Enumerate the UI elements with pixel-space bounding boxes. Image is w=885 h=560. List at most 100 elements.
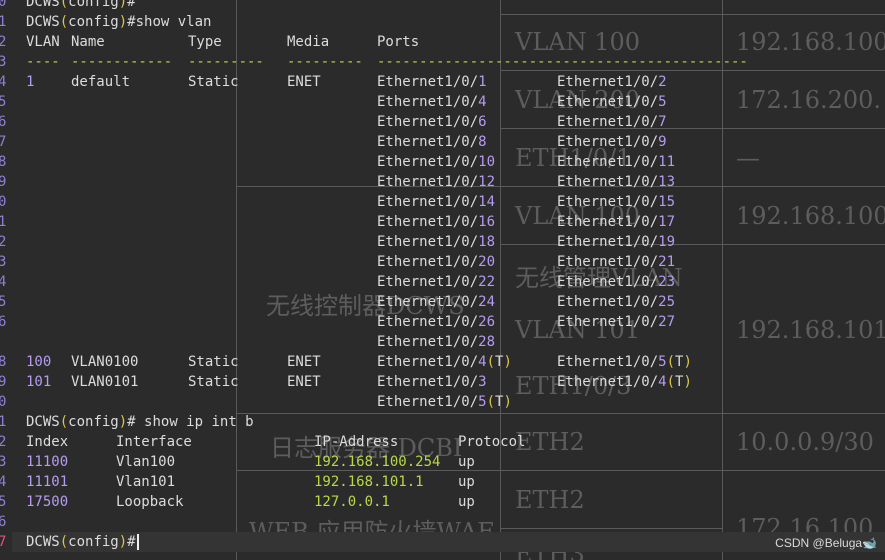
port-entry: Ethernet1/0/26 <box>377 314 496 330</box>
line-number: 7 <box>0 534 7 550</box>
port-entry: Ethernet1/0/10 <box>377 154 496 170</box>
line-number: 3 <box>0 254 7 270</box>
bg-cell: 192.168.100 <box>736 202 885 230</box>
port-entry: Ethernet1/0/27 <box>557 314 676 330</box>
header-type: Type <box>188 34 222 50</box>
port-entry: Ethernet1/0/1 <box>377 74 487 90</box>
port-entry: Ethernet1/0/5(T) <box>557 354 692 370</box>
watermark: CSDN @Beluga🐋 <box>775 536 877 550</box>
line-number: 6 <box>0 314 7 330</box>
port-entry: Ethernet1/0/23 <box>557 274 676 290</box>
prompt-line: DCWS(config)# <box>26 0 136 10</box>
line-number: 2 <box>0 34 7 50</box>
vlan-media: ENET <box>287 354 321 370</box>
vlan-type: Static <box>188 74 239 90</box>
port-entry: Ethernet1/0/12 <box>377 174 496 190</box>
line-number-gutter: 0 1 2 3 4 5 6 7 8 9 0 1 2 3 4 5 6 8 9 0 1 2 3 4 5 6 7 <box>0 0 12 560</box>
if-protocol: up <box>458 454 475 470</box>
port-entry: Ethernet1/0/8 <box>377 134 487 150</box>
port-entry: Ethernet1/0/2 <box>557 74 667 90</box>
port-entry: Ethernet1/0/24 <box>377 294 496 310</box>
if-ip: 192.168.100.254 <box>314 454 441 470</box>
line-number: 4 <box>0 274 7 290</box>
vlan-name: VLAN0101 <box>71 374 139 390</box>
separator: ------------ <box>71 54 173 70</box>
bg-cell: 192.168.101 <box>736 316 885 344</box>
line-number: 5 <box>0 294 7 310</box>
vlan-type: Static <box>188 374 239 390</box>
line-number: 1 <box>0 14 7 30</box>
ip-header-ip: IP-Address <box>314 434 399 450</box>
bg-cell: 172.16.200. <box>736 86 882 114</box>
line-number: 3 <box>0 454 7 470</box>
line-number: 3 <box>0 54 7 70</box>
line-number: 2 <box>0 234 7 250</box>
bg-cell: — <box>736 144 760 172</box>
vlan-media: ENET <box>287 74 321 90</box>
vlan-id: 1 <box>26 74 35 90</box>
separator: --------- <box>188 54 264 70</box>
port-entry: Ethernet1/0/28 <box>377 334 496 350</box>
line-number: 1 <box>0 214 7 230</box>
ip-header-index: Index <box>26 434 69 450</box>
vlan-id: 100 <box>26 354 52 370</box>
port-entry: Ethernet1/0/5(T) <box>377 394 512 410</box>
port-entry: Ethernet1/0/17 <box>557 214 676 230</box>
if-protocol: up <box>458 494 475 510</box>
vlan-media: ENET <box>287 374 321 390</box>
port-entry: Ethernet1/0/16 <box>377 214 496 230</box>
line-number: 6 <box>0 114 7 130</box>
header-name: Name <box>71 34 105 50</box>
line-number: 5 <box>0 494 7 510</box>
line-number: 6 <box>0 514 7 530</box>
port-entry: Ethernet1/0/25 <box>557 294 676 310</box>
command-show-vlan: DCWS(config)#show vlan <box>26 14 212 30</box>
vlan-id: 101 <box>26 374 52 390</box>
if-name: Vlan101 <box>116 474 176 490</box>
separator: --------- <box>287 54 363 70</box>
if-index: 17500 <box>26 494 69 510</box>
line-number: 7 <box>0 134 7 150</box>
port-entry: Ethernet1/0/22 <box>377 274 496 290</box>
line-number: 1 <box>0 414 7 430</box>
line-number: 8 <box>0 154 7 170</box>
prompt-text: DCWS(config)# <box>26 534 136 550</box>
line-number: 4 <box>0 74 7 90</box>
port-entry: Ethernet1/0/15 <box>557 194 676 210</box>
if-protocol: up <box>458 474 475 490</box>
header-vlan: VLAN <box>26 34 60 50</box>
port-entry: Ethernet1/0/19 <box>557 234 676 250</box>
text-cursor <box>136 534 139 550</box>
vlan-name: VLAN0100 <box>71 354 139 370</box>
bg-cell: 10.0.0.9/30 <box>736 428 874 456</box>
current-line-highlight <box>12 532 885 552</box>
port-entry: Ethernet1/0/14 <box>377 194 496 210</box>
port-entry: Ethernet1/0/9 <box>557 134 667 150</box>
if-index: 11101 <box>26 474 69 490</box>
line-number: 2 <box>0 434 7 450</box>
port-entry: Ethernet1/0/6 <box>377 114 487 130</box>
line-number: 8 <box>0 354 7 370</box>
port-entry: Ethernet1/0/4(T) <box>557 374 692 390</box>
port-entry: Ethernet1/0/13 <box>557 174 676 190</box>
ip-header-protocol: Protocol <box>458 434 526 450</box>
bg-cell: 192.168.100 <box>736 28 885 56</box>
command-prompt[interactable]: DCWS(config)# <box>26 532 139 552</box>
port-entry: Ethernet1/0/11 <box>557 154 676 170</box>
line-number: 9 <box>0 174 7 190</box>
if-index: 11100 <box>26 454 69 470</box>
port-entry: Ethernet1/0/4 <box>377 94 487 110</box>
line-number: 9 <box>0 374 7 390</box>
header-media: Media <box>287 34 330 50</box>
vlan-type: Static <box>188 354 239 370</box>
line-number: 0 <box>0 194 7 210</box>
port-entry: Ethernet1/0/20 <box>377 254 496 270</box>
port-entry: Ethernet1/0/7 <box>557 114 667 130</box>
if-ip: 192.168.101.1 <box>314 474 424 490</box>
port-entry: Ethernet1/0/5 <box>557 94 667 110</box>
separator: ---- <box>26 54 60 70</box>
port-entry: Ethernet1/0/4(T) <box>377 354 512 370</box>
line-number: 5 <box>0 94 7 110</box>
vlan-name: default <box>71 74 131 90</box>
bg-cell: ETH2 <box>515 428 585 456</box>
